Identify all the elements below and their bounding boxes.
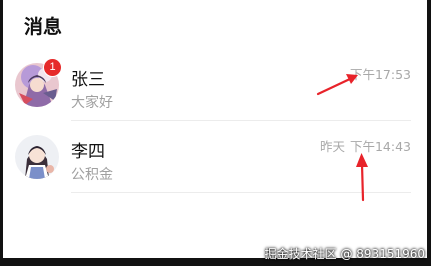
watermark: 掘金技术社区 @ 893151960 (264, 247, 425, 261)
contact-name: 张三 (71, 70, 105, 90)
message-snippet: 公积金 (71, 167, 113, 183)
window-edge (0, 0, 3, 266)
contact-name: 李四 (71, 142, 105, 162)
message-list-screen: 消息 1 张三 大家好 下午17:53 李四 公积金 昨天 下午14:43 (0, 0, 431, 266)
window-edge (427, 0, 431, 266)
unread-badge: 1 (43, 58, 62, 77)
conversation-item[interactable]: 1 张三 大家好 下午17:53 (3, 49, 427, 121)
avatar (15, 135, 59, 179)
annotation-arrow (356, 153, 368, 202)
annotation-arrow (316, 74, 358, 96)
message-snippet: 大家好 (71, 95, 113, 111)
message-date-value: 昨天 (319, 139, 345, 154)
page-title: 消息 (24, 16, 63, 38)
